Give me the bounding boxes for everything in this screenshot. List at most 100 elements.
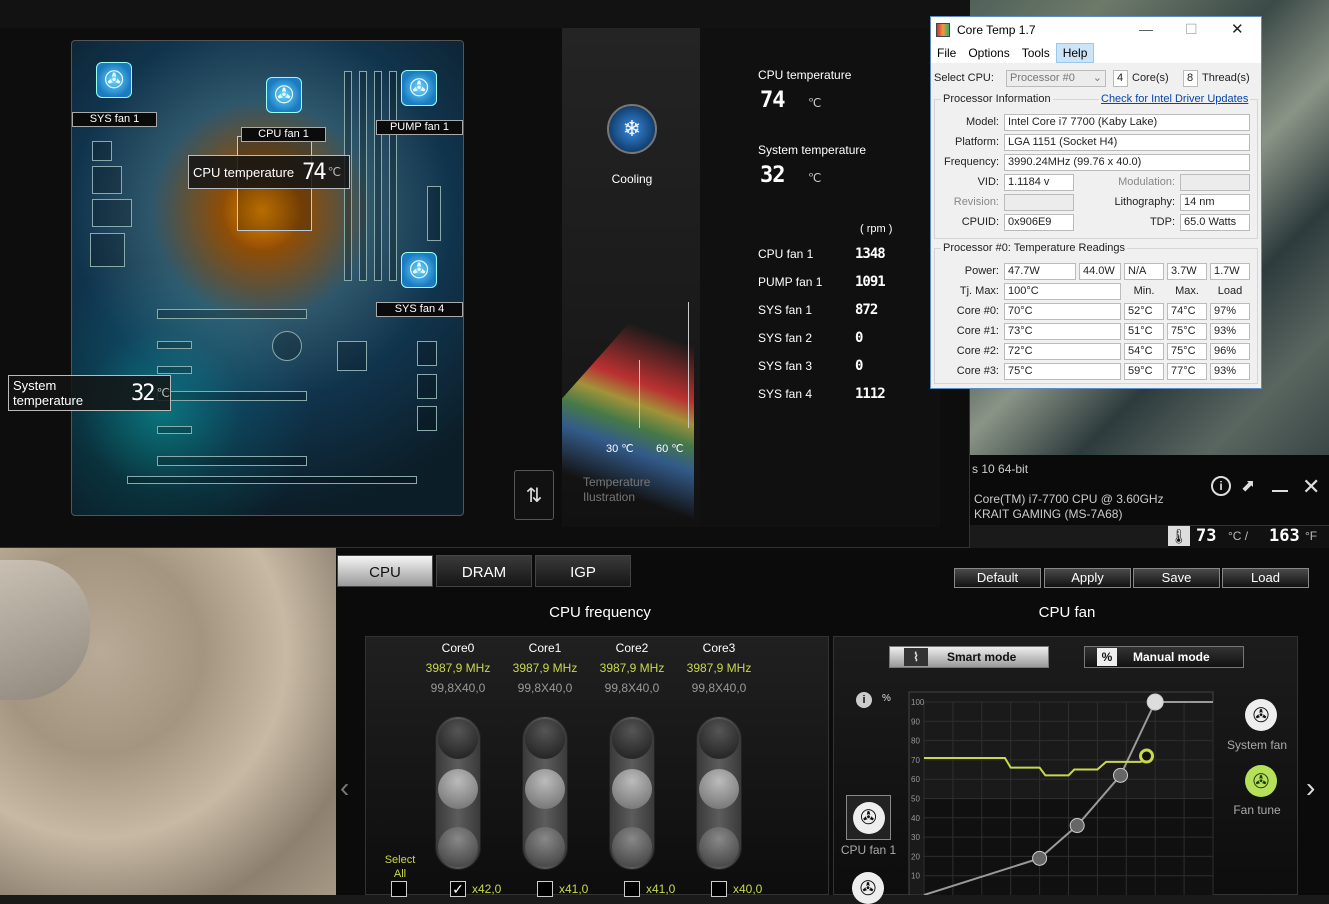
manual-mode-button[interactable]: % Manual mode xyxy=(1084,646,1244,668)
scale-low-label: 30 ℃ xyxy=(606,443,634,455)
pop-out-icon[interactable]: ⬈ xyxy=(1241,476,1255,496)
fan-curve-point[interactable] xyxy=(1146,693,1164,711)
core-ratio-slider[interactable] xyxy=(609,716,655,870)
fan-info-icon[interactable]: i xyxy=(856,692,872,708)
y-tick-label: 100 xyxy=(911,698,925,707)
fan-curve-point[interactable] xyxy=(1113,767,1129,783)
select-cpu-value: Processor #0 xyxy=(1010,72,1075,84)
core-ratio-slider[interactable] xyxy=(522,716,568,870)
fan-reading-rpm: 1348 xyxy=(855,246,886,262)
fan-reading-rpm: 872 xyxy=(855,302,878,318)
core-temp-current: 73°C xyxy=(1004,323,1121,340)
cpu-fan-1-icon: ✇ xyxy=(852,801,885,834)
cpu-fan-1-selector[interactable]: ✇ xyxy=(846,795,891,840)
cooling-icon[interactable]: ❄ xyxy=(607,104,657,154)
core-temp-max: 75°C xyxy=(1167,323,1207,340)
core-name: Core2 xyxy=(615,641,649,655)
sys-fan-4-label: SYS fan 4 xyxy=(376,302,463,317)
slider-handle[interactable] xyxy=(612,769,652,809)
driver-update-link[interactable]: Check for Intel Driver Updates xyxy=(1099,93,1251,105)
core-temp-row-label: Core #2: xyxy=(956,345,999,357)
core-temp-min: 59°C xyxy=(1124,363,1164,380)
swap-view-icon[interactable]: ⇅ xyxy=(514,470,554,520)
apply-button[interactable]: Apply xyxy=(1044,568,1131,588)
tab-cpu[interactable]: CPU xyxy=(337,555,433,587)
cores-label: Core(s) xyxy=(1132,72,1169,84)
smart-mode-label: Smart mode xyxy=(947,650,1017,664)
tab-dram[interactable]: DRAM xyxy=(436,555,532,587)
fan-reading-label: SYS fan 3 xyxy=(758,359,813,373)
slider-handle[interactable] xyxy=(699,769,739,809)
fan-tune-icon[interactable]: ✇ xyxy=(1245,765,1277,797)
fan-percent-unit: % xyxy=(882,693,891,704)
core-temp-current: 72°C xyxy=(1004,343,1121,360)
save-button[interactable]: Save xyxy=(1133,568,1220,588)
rpm-header: ( rpm ) xyxy=(860,223,893,235)
slider-handle[interactable] xyxy=(525,769,565,809)
core-temp-window: Core Temp 1.7 — ☐ ✕ File Options Tools H… xyxy=(930,16,1262,389)
cpu-fan-1-label: CPU fan 1 xyxy=(241,127,326,142)
y-tick-label: 10 xyxy=(911,872,920,881)
core-ratio-slider[interactable] xyxy=(435,716,481,870)
smart-mode-button[interactable]: ⌇ Smart mode xyxy=(889,646,1049,668)
cpu-fan-2-icon[interactable]: ✇ xyxy=(852,872,884,904)
platform-label: Platform: xyxy=(954,136,999,148)
select-all-label-1: Select xyxy=(384,854,416,866)
cpu-fan-1-icon[interactable]: ✇ xyxy=(266,77,302,113)
scale-high-label: 60 ℃ xyxy=(656,443,684,455)
temp-f-unit: °F xyxy=(1305,529,1318,543)
window-close-icon[interactable]: ✕ xyxy=(1231,20,1244,38)
board-name: KRAIT GAMING (MS-7A68) xyxy=(974,507,1123,521)
fan-curve-chart[interactable]: 100 90 80 70 60 50 40 30 20 10 xyxy=(906,690,1216,895)
core-ratio: 99,8X40,0 xyxy=(430,681,486,695)
core-column: Core3 3987,9 MHz 99,8X40,0 xyxy=(676,641,762,695)
select-cpu-dropdown[interactable]: Processor #0 ⌄ xyxy=(1006,70,1106,87)
core-temp-max: 75°C xyxy=(1167,343,1207,360)
window-maximize-icon[interactable]: ☐ xyxy=(1185,21,1198,38)
core-name: Core3 xyxy=(702,641,736,655)
close-icon[interactable]: ✕ xyxy=(1302,474,1320,500)
info-icon[interactable]: i xyxy=(1211,476,1231,496)
percent-icon: % xyxy=(1097,648,1117,666)
load-button[interactable]: Load xyxy=(1222,568,1309,588)
window-minimize-icon[interactable]: — xyxy=(1139,21,1153,37)
fan-curve-point[interactable] xyxy=(1032,850,1048,866)
core-temp-app-icon xyxy=(936,23,950,37)
core-ratio-slider[interactable] xyxy=(696,716,742,870)
fan-reading-rpm: 0 xyxy=(855,330,864,346)
core-temp-load: 96% xyxy=(1210,343,1250,360)
core-temp-load: 93% xyxy=(1210,323,1250,340)
menu-help[interactable]: Help xyxy=(1055,43,1095,63)
temperature-illustration-label-2: Ilustration xyxy=(583,490,636,504)
sys-fan-4-icon[interactable]: ✇ xyxy=(401,252,437,288)
chevron-left-icon[interactable]: ‹ xyxy=(340,772,349,804)
frequency-label: Frequency: xyxy=(943,156,999,168)
core-temp-min: 54°C xyxy=(1124,343,1164,360)
menu-tools[interactable]: Tools xyxy=(1016,44,1056,62)
frequency-value: 3990.24MHz (99.76 x 40.0) xyxy=(1004,154,1250,171)
chevron-right-icon[interactable]: › xyxy=(1306,772,1315,804)
system-fan-icon[interactable]: ✇ xyxy=(1245,699,1277,731)
core-temp-menu-bar: File Options Tools Help xyxy=(931,43,1261,63)
cpu-frequency-title: CPU frequency xyxy=(549,604,651,621)
core-temp-row-label: Core #0: xyxy=(956,305,999,317)
select-all-label: Select All xyxy=(378,853,422,881)
current-temperature-point xyxy=(1139,748,1155,764)
fan-reading-label: SYS fan 4 xyxy=(758,387,813,401)
slider-handle[interactable] xyxy=(438,769,478,809)
col-max-header: Max. xyxy=(1175,285,1199,297)
cpu-temperature-badge-value: 74 xyxy=(302,159,326,185)
cpu-temperature-reading-label: CPU temperature xyxy=(758,68,852,82)
menu-options[interactable]: Options xyxy=(962,44,1015,62)
tab-igp[interactable]: IGP xyxy=(535,555,631,587)
cpu-temperature-badge: CPU temperature 74 ℃ xyxy=(188,155,350,189)
menu-file[interactable]: File xyxy=(931,44,962,62)
minimize-icon[interactable] xyxy=(1272,490,1288,492)
chevron-down-icon: ⌄ xyxy=(1092,72,1102,84)
sys-fan-1-icon[interactable]: ✇ xyxy=(96,62,132,98)
default-button[interactable]: Default xyxy=(954,568,1041,588)
temperature-illustration-label-1: Temperature xyxy=(583,475,651,489)
fan-curve-point[interactable] xyxy=(1069,818,1085,834)
pump-fan-1-icon[interactable]: ✇ xyxy=(401,70,437,106)
core-frequency: 3987,9 MHz xyxy=(686,661,752,675)
